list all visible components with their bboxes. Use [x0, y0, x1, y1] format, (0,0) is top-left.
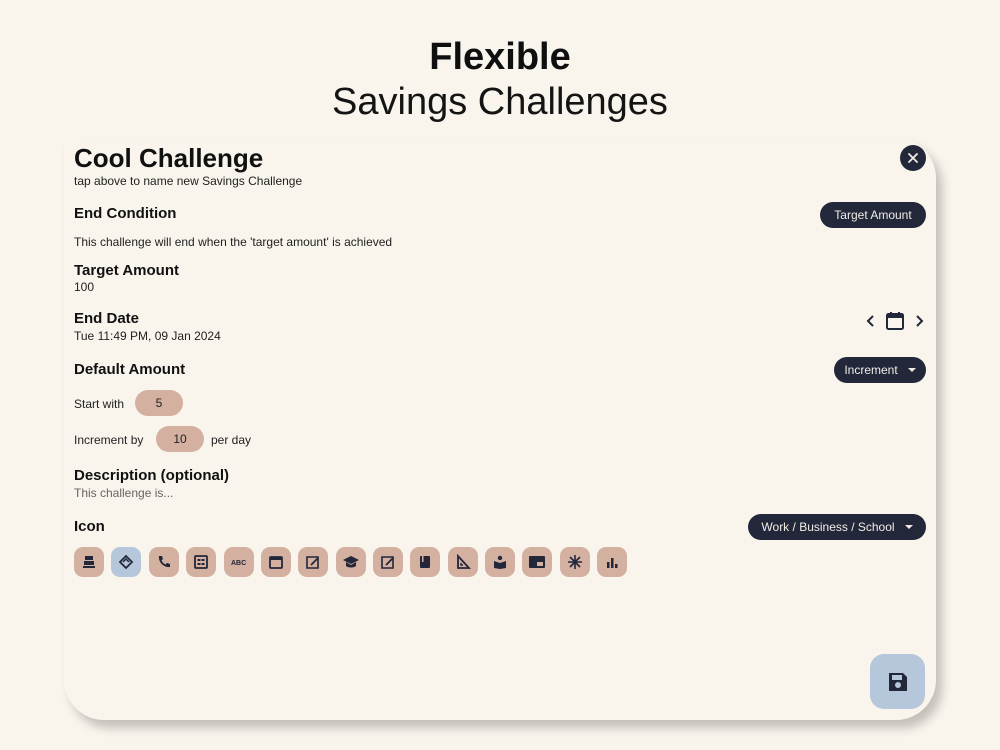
- start-with-value: 5: [155, 396, 163, 410]
- icon-option-card[interactable]: [522, 547, 552, 577]
- book-icon: [420, 556, 430, 568]
- start-with-label: Start with: [74, 397, 125, 411]
- increment-by-input[interactable]: 10: [156, 426, 204, 452]
- icon-option-calendar[interactable]: [261, 547, 291, 577]
- phone-icon: [158, 556, 170, 568]
- icon-option-cash-register[interactable]: [74, 547, 104, 577]
- icon-option-draft[interactable]: [298, 547, 328, 577]
- challenge-name[interactable]: Cool Challenge: [74, 143, 263, 174]
- target-amount-value[interactable]: 100: [74, 280, 94, 294]
- description-label: Description (optional): [74, 467, 229, 484]
- caret-down-icon: [907, 368, 916, 372]
- draft-icon: [381, 556, 394, 569]
- svg-text:ABC: ABC: [231, 560, 246, 567]
- end-date-value[interactable]: Tue 11:49 PM, 09 Jan 2024: [74, 329, 221, 343]
- amount-mode-dropdown[interactable]: Increment: [834, 357, 926, 383]
- draft-icon: [306, 556, 319, 569]
- challenge-name-hint: tap above to name new Savings Challenge: [74, 174, 303, 188]
- bar-chart-icon: [607, 558, 618, 568]
- end-condition-note: This challenge will end when the 'target…: [74, 235, 393, 249]
- cash-register-icon: [83, 556, 95, 568]
- start-with-input[interactable]: 5: [135, 390, 183, 416]
- icon-option-reading[interactable]: [485, 547, 515, 577]
- icon-option-graduation-cap[interactable]: [336, 547, 366, 577]
- save-button[interactable]: [870, 654, 925, 709]
- end-date-label: End Date: [74, 310, 140, 327]
- reading-icon: [494, 555, 506, 569]
- increment-suffix: per day: [211, 433, 252, 447]
- close-button[interactable]: [900, 145, 926, 171]
- abc-icon: ABC: [231, 560, 246, 567]
- hero-subtitle: Savings Challenges: [332, 81, 668, 123]
- hero-heading: Flexible Savings Challenges: [0, 34, 1000, 124]
- set-square-icon: [457, 554, 471, 569]
- icon-option-set-square[interactable]: [448, 547, 478, 577]
- icon-option-abc[interactable]: ABC: [224, 547, 254, 577]
- caret-down-icon: [904, 525, 913, 529]
- increment-by-label: Increment by: [74, 433, 144, 447]
- icon-option-phone[interactable]: [149, 547, 179, 577]
- end-condition-button[interactable]: Target Amount: [820, 202, 926, 228]
- chevron-right-icon[interactable]: [912, 312, 926, 330]
- hero-title: Flexible: [429, 36, 571, 78]
- graduation-cap-icon: [343, 556, 359, 568]
- challenge-form-card: Cool Challenge tap above to name new Sav…: [64, 138, 936, 720]
- icon-label: Icon: [74, 518, 105, 535]
- target-amount-label: Target Amount: [74, 262, 179, 279]
- chevron-left-icon[interactable]: [864, 312, 878, 330]
- description-input[interactable]: This challenge is...: [74, 486, 173, 500]
- default-amount-label: Default Amount: [74, 361, 186, 378]
- id-card-icon: [194, 555, 208, 569]
- icon-option-draft-2[interactable]: [373, 547, 403, 577]
- icon-option-book[interactable]: [410, 547, 440, 577]
- end-condition-value: Target Amount: [834, 208, 912, 222]
- icon-category-value: Work / Business / School: [761, 520, 895, 534]
- increment-by-value: 10: [173, 432, 187, 446]
- close-icon: [908, 153, 918, 163]
- handshake-icon: [118, 554, 134, 570]
- icon-option-bar-chart[interactable]: [597, 547, 627, 577]
- calendar-icon[interactable]: [884, 310, 906, 332]
- amount-mode-value: Increment: [844, 363, 898, 377]
- icon-option-handshake[interactable]: [111, 547, 141, 577]
- icon-option-id-card[interactable]: [186, 547, 216, 577]
- save-icon: [888, 672, 907, 691]
- icon-option-snowflake[interactable]: [560, 547, 590, 577]
- date-navigation: [864, 310, 926, 332]
- end-condition-label: End Condition: [74, 205, 177, 222]
- icon-category-dropdown[interactable]: Work / Business / School: [748, 514, 926, 540]
- card-icon: [529, 556, 545, 568]
- calendar-icon: [269, 556, 283, 569]
- snowflake-icon: [568, 555, 582, 569]
